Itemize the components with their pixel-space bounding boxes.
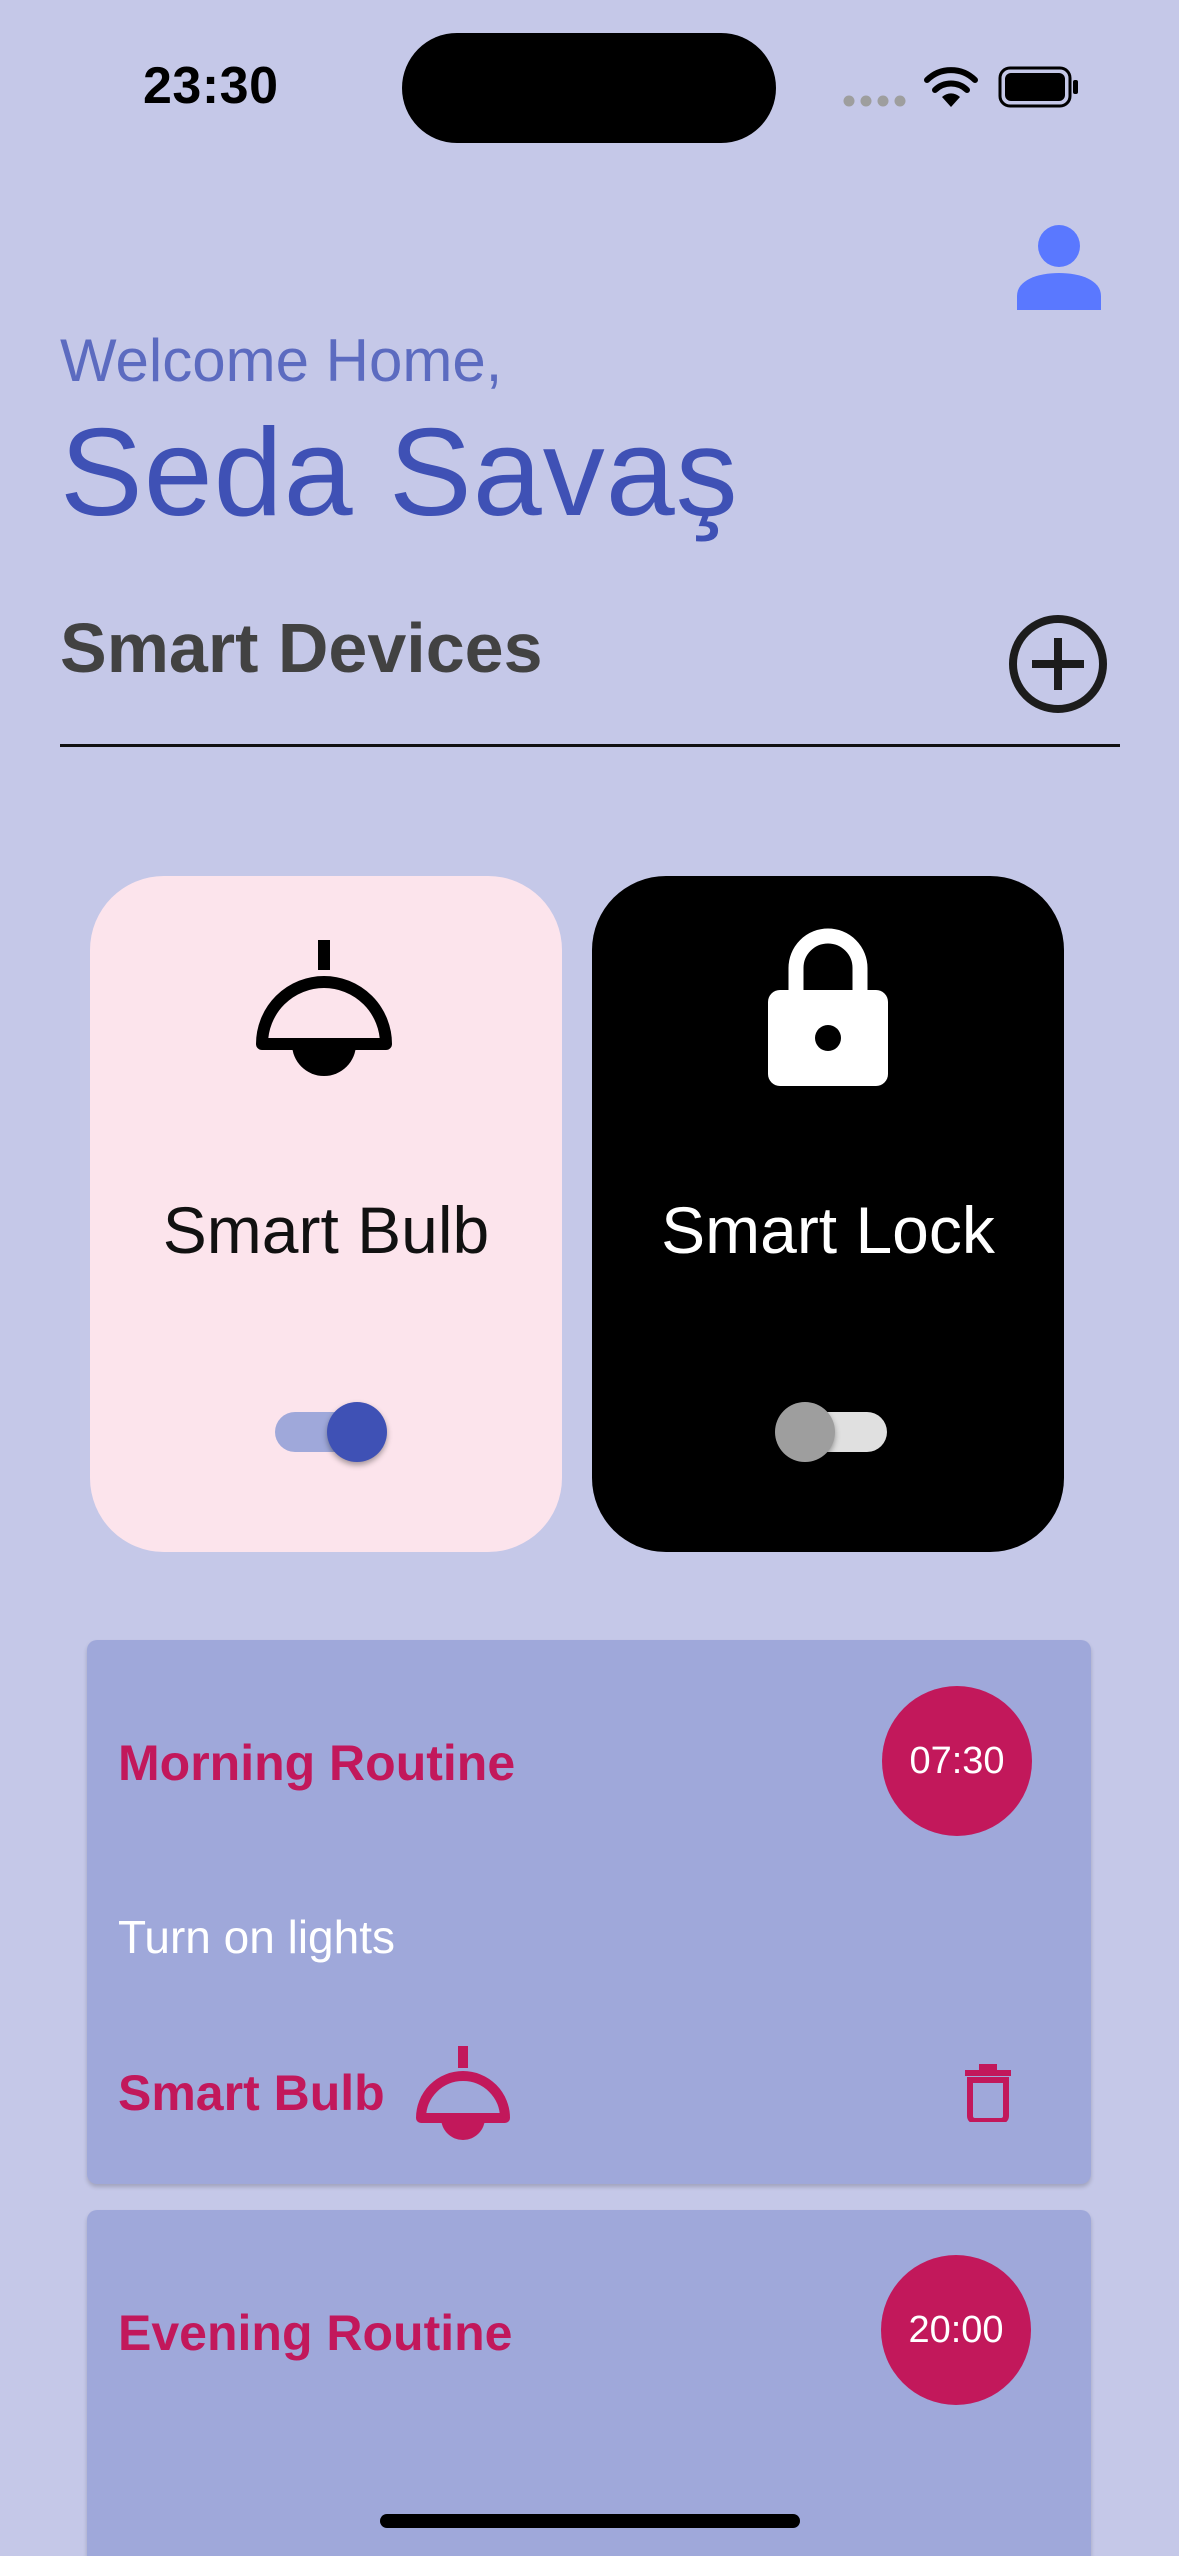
switch-thumb [775, 1402, 835, 1462]
welcome-text: Welcome Home, [60, 327, 503, 394]
user-name: Seda Savaş [60, 404, 739, 542]
routine-device: Smart Bulb [118, 2065, 385, 2121]
section-title: Smart Devices [60, 609, 543, 687]
time-badge[interactable]: 20:00 [881, 2255, 1031, 2405]
ceiling-lamp-icon [416, 2046, 510, 2140]
section-divider [60, 744, 1120, 747]
routine-title: Evening Routine [118, 2305, 513, 2361]
person-icon[interactable] [1016, 224, 1102, 310]
device-card-smart-bulb[interactable]: Smart Bulb [90, 876, 562, 1552]
device-toggle-switch[interactable] [775, 1402, 887, 1462]
add-circle-icon[interactable] [1006, 612, 1110, 716]
status-time: 23:30 [143, 57, 279, 115]
device-card-smart-lock[interactable]: Smart Lock [592, 876, 1064, 1552]
device-label: Smart Bulb [162, 1193, 490, 1267]
ceiling-lamp-icon [256, 940, 392, 1076]
routine-card[interactable]: Morning Routine 07:30 Turn on lights Sma… [87, 1640, 1091, 2184]
routine-action: Turn on lights [118, 1911, 395, 1963]
trash-icon[interactable] [963, 2064, 1013, 2122]
dynamic-island [402, 33, 776, 143]
signal-dots-icon [843, 95, 906, 107]
routine-card[interactable]: Evening Routine 20:00 [87, 2210, 1091, 2556]
device-toggle-switch[interactable] [275, 1402, 387, 1462]
lock-icon [768, 928, 888, 1086]
time-badge[interactable]: 07:30 [882, 1686, 1032, 1836]
device-label: Smart Lock [661, 1193, 995, 1267]
home-indicator[interactable] [380, 2514, 800, 2528]
switch-thumb [327, 1402, 387, 1462]
battery-icon [998, 66, 1078, 108]
routine-title: Morning Routine [118, 1735, 516, 1791]
wifi-icon [924, 67, 978, 107]
